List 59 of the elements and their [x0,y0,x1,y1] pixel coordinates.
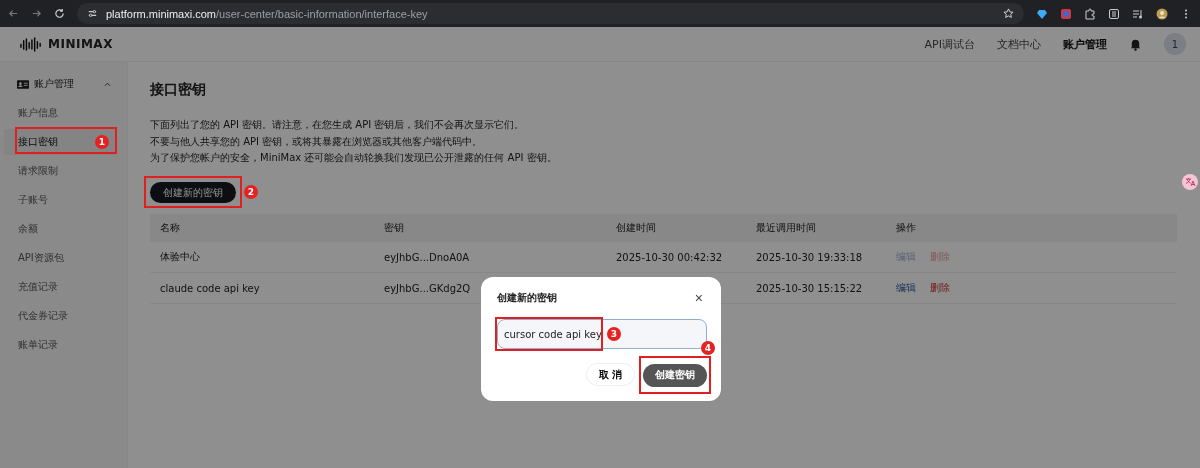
back-icon[interactable] [8,8,19,19]
dialog-title: 创建新的密钥 [497,291,557,305]
column-header: 操作 [896,221,917,235]
delete-link[interactable]: 删除 [930,281,950,295]
column-header: 最近调用时间 [756,221,817,235]
url-host: platform.minimaxi.com [106,7,217,20]
nav-link[interactable]: API调试台 [924,36,975,52]
table-cell-text: eyJhbG...GKdg2Q [384,282,472,294]
notice-text: 不要与他人共享您的 API 密钥，或将其暴露在浏览器或其他客户端代码中。 [150,134,484,149]
table-cell-text: 2025-10-30 00:42:32 [616,251,724,263]
gem-icon[interactable] [1036,7,1048,20]
sidebar-group[interactable]: 账户管理 [0,74,127,94]
sidebar-item[interactable]: 代金券记录 [4,303,115,329]
bell-icon[interactable] [1129,37,1142,51]
id-card-icon [17,79,29,89]
table-cell-text: 体验中心 [160,250,201,264]
step-badge: 2 [244,184,258,199]
chevron-icon [104,81,111,87]
nav-link[interactable]: 账户管理 [1063,36,1107,52]
media-icon[interactable] [1132,7,1144,20]
forward-icon[interactable] [31,8,42,19]
step-badge: 4 [701,341,715,355]
sidebar-item[interactable]: 账单记录 [4,332,115,358]
column-header: 名称 [160,221,181,235]
address-bar[interactable]: platform.minimaxi.com/user-center/basic-information/interface-key [77,3,1024,24]
notice-text: 下面列出了您的 API 密钥。请注意，在您生成 API 密钥后，我们不会再次显示它们。 [150,118,526,132]
column-header: 创建时间 [616,221,657,235]
create-key-button[interactable]: 创建密钥 [643,363,707,387]
sidebar-item[interactable]: 账户信息 [4,100,115,126]
create-key-button[interactable]: 创建新的密钥 [150,182,236,203]
profile-avatar-icon[interactable] [1156,7,1168,20]
notice-text: 为了保护您帐户的安全，MiniMax 还可能会自动轮换我们发现已公开泄露的任何 API 密钥。 [150,151,558,165]
sidebar-item[interactable]: API资源包 [4,245,115,271]
column-header: 密钥 [384,221,405,235]
edit-link[interactable]: 编辑 [896,281,916,295]
sidebar-item[interactable]: 请求限制 [4,158,115,184]
sidebar-item[interactable]: 充值记录 [4,274,115,300]
nav-link[interactable]: 文档中心 [997,36,1041,52]
logo-text: MINIMAX [48,37,113,51]
site-info-icon[interactable] [87,8,98,19]
page-title: 接口密钥 [150,81,207,99]
table-cell-text: eyJhbG...DnoA0A [384,251,471,263]
table-cell-text: 2025-10-30 15:15:22 [756,282,864,294]
cancel-button[interactable]: 取 消 [585,363,635,387]
annotation-box [639,356,711,394]
user-avatar[interactable]: 1 [1164,33,1186,55]
close-button[interactable]: × [690,291,707,305]
sidebar-item[interactable]: 子账号 [4,187,115,213]
translate-icon[interactable] [1182,174,1198,190]
reload-icon[interactable] [54,8,65,19]
table-cell-text: 2025-10-30 19:33:18 [756,251,864,263]
url-path: /user-center/basic-information/interface-key [216,7,428,20]
side-panel-icon[interactable] [1108,7,1120,20]
puzzle-icon[interactable] [1084,7,1096,20]
sidebar-item[interactable]: 余额 [4,216,115,242]
waveform-logo-icon [20,36,42,52]
table-cell-text: claude code api key [160,282,261,294]
bookmark-star-icon[interactable] [1003,8,1014,19]
extension-badge-icon[interactable] [1060,7,1072,20]
